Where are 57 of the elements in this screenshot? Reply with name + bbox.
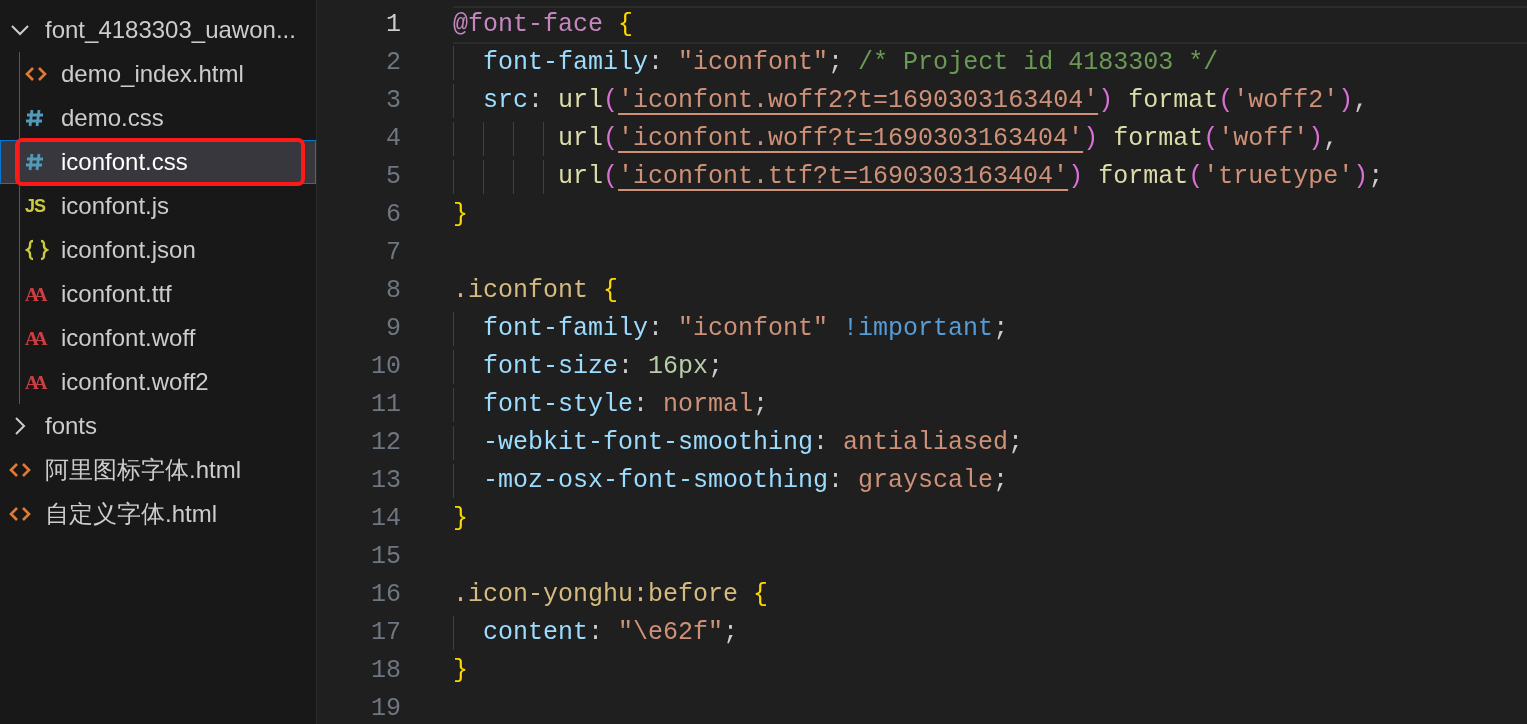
font-file-icon: AA [25, 372, 43, 392]
code-line: -webkit-font-smoothing: antialiased; [482, 427, 1024, 459]
font-file-icon: AA [25, 284, 43, 304]
line-number: 5 [385, 161, 401, 193]
braces-icon [25, 238, 49, 262]
line-number: 16 [370, 579, 401, 611]
js-file-icon: JS [25, 197, 46, 215]
code-line: font-size: 16px; [482, 351, 724, 383]
line-number: 2 [385, 47, 401, 79]
code-line: src: url('iconfont.woff2?t=1690303163404') format('woff2'), [482, 85, 1369, 117]
code-line: .iconfont { [453, 275, 619, 307]
file-item[interactable]: JS iconfont.js [0, 184, 316, 228]
folder-item[interactable]: font_4183303_uawon... [0, 8, 316, 52]
file-item[interactable]: AA iconfont.ttf [0, 272, 316, 316]
line-number: 9 [385, 313, 401, 345]
line-number: 1 [385, 9, 401, 41]
line-number: 14 [370, 503, 401, 535]
line-number: 12 [370, 427, 401, 459]
code-line: } [453, 199, 468, 231]
font-file-icon: AA [25, 328, 43, 348]
hash-icon [25, 152, 45, 172]
line-number: 3 [385, 85, 401, 117]
folder-item[interactable]: fonts [0, 404, 316, 448]
code-line: } [453, 655, 468, 687]
line-number: 7 [385, 237, 401, 269]
file-item[interactable]: demo_index.html [0, 52, 316, 96]
file-item[interactable]: 自定义字体.html [0, 492, 316, 536]
line-number: 15 [370, 541, 401, 573]
line-number: 13 [370, 465, 401, 497]
file-item[interactable]: iconfont.json [0, 228, 316, 272]
file-item[interactable]: 阿里图标字体.html [0, 448, 316, 492]
code-line: font-family: "iconfont"; /* Project id 4183303 */ [482, 47, 1219, 79]
line-number: 18 [370, 655, 401, 687]
code-line: url('iconfont.ttf?t=1690303163404') format('truetype'); [557, 161, 1384, 193]
file-item[interactable]: demo.css [0, 96, 316, 140]
code-file-icon [9, 506, 31, 522]
line-number: 19 [370, 693, 401, 724]
file-item[interactable]: AA iconfont.woff2 [0, 360, 316, 404]
line-number: 8 [385, 275, 401, 307]
code-line: @font-face { [453, 9, 634, 41]
code-line: } [453, 503, 468, 535]
file-item[interactable]: iconfont.css [0, 140, 316, 184]
code-file-icon [25, 66, 47, 82]
code-line: font-style: normal; [482, 389, 769, 421]
line-number: 11 [370, 389, 401, 421]
code-line: content: "\e62f"; [482, 617, 739, 649]
line-number: 4 [385, 123, 401, 155]
file-item[interactable]: AA iconfont.woff [0, 316, 316, 360]
line-number: 6 [385, 199, 401, 231]
code-line: font-family: "iconfont" !important; [482, 313, 1009, 345]
code-file-icon [9, 462, 31, 478]
code-line: -moz-osx-font-smoothing: grayscale; [482, 465, 1009, 497]
hash-icon [25, 108, 45, 128]
code-line: .icon-yonghu:before { [453, 579, 769, 611]
line-number: 10 [370, 351, 401, 383]
code-line: url('iconfont.woff?t=1690303163404') format('woff'), [557, 123, 1339, 155]
line-number: 17 [370, 617, 401, 649]
